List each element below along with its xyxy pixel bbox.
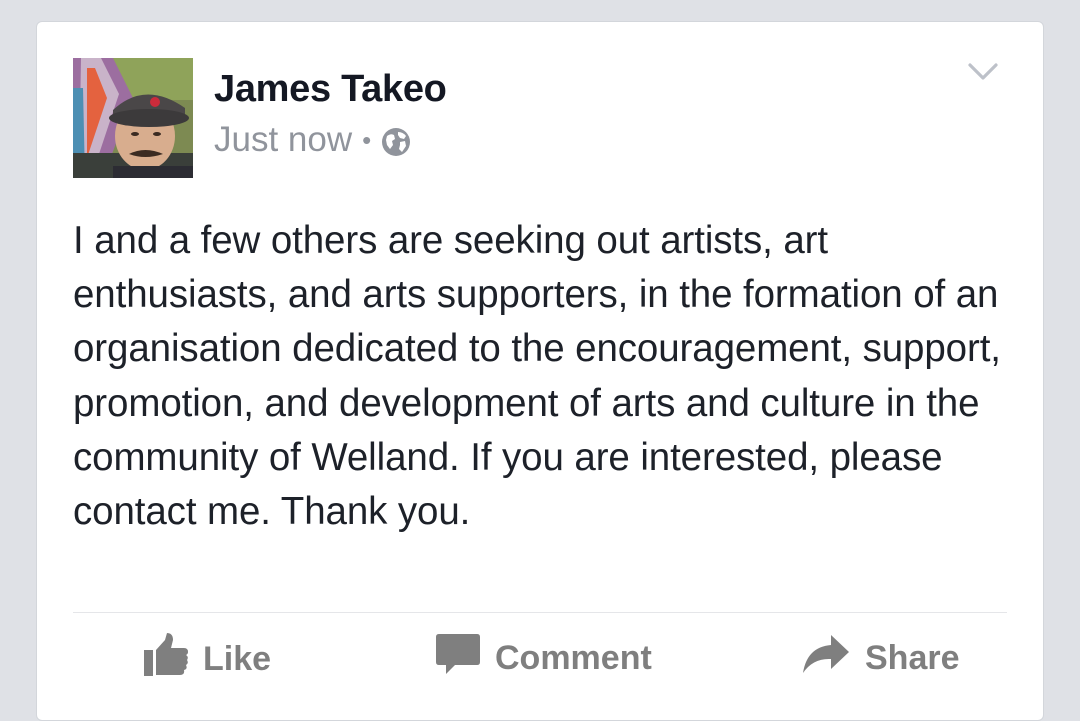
like-label: Like xyxy=(203,640,272,678)
post-timestamp[interactable]: Just now xyxy=(214,120,352,160)
speech-bubble-icon xyxy=(435,632,481,685)
like-button[interactable]: Like xyxy=(143,632,271,687)
share-arrow-icon xyxy=(801,632,851,685)
comment-button[interactable]: Comment xyxy=(435,632,652,685)
thumbs-up-icon xyxy=(143,632,189,687)
post-body-text: I and a few others are seeking out artis… xyxy=(73,219,1001,534)
post-actions-bar: Like Comment Share xyxy=(37,622,1043,702)
chevron-down-icon[interactable] xyxy=(967,62,999,82)
post-meta: Just now • xyxy=(214,120,411,160)
share-label: Share xyxy=(865,639,960,677)
share-button[interactable]: Share xyxy=(801,632,960,685)
author-avatar[interactable] xyxy=(73,58,193,178)
actions-divider xyxy=(73,612,1007,613)
meta-separator: • xyxy=(362,125,372,155)
profile-photo-icon xyxy=(73,58,193,178)
comment-label: Comment xyxy=(495,639,652,677)
post-card: James Takeo Just now • I and a few other… xyxy=(36,21,1044,721)
author-name[interactable]: James Takeo xyxy=(214,68,447,111)
globe-icon[interactable] xyxy=(381,126,411,156)
